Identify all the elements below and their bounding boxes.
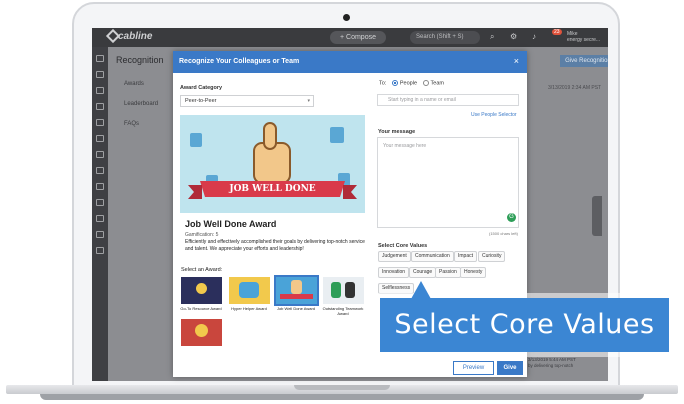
ribbon-icon xyxy=(280,294,313,299)
nav-faqs[interactable]: FAQs xyxy=(124,121,139,127)
callout-pointer xyxy=(411,281,431,299)
grid-icon[interactable] xyxy=(96,199,104,206)
webcam xyxy=(343,14,350,21)
notification-badge: 23 xyxy=(552,29,562,35)
left-rail xyxy=(92,47,108,381)
laptop-base-notch xyxy=(294,385,390,390)
team-radio[interactable] xyxy=(422,80,429,86)
modal-title: Recognize Your Colleagues or Team xyxy=(179,58,300,65)
award-thumb-outstanding-teamwork[interactable] xyxy=(323,277,364,304)
select-award-label: Select an Award: xyxy=(181,267,223,273)
award-thumb-hyper-helper[interactable] xyxy=(229,277,270,304)
gamification-points: Gamification: 5 xyxy=(185,232,219,238)
helper-icon xyxy=(239,282,259,298)
stage: cabline + Compose Search (Shift + S) ⌕ ⚙… xyxy=(0,0,684,404)
search-icon[interactable]: ⌕ xyxy=(490,32,494,42)
award-category-label: Award Category xyxy=(180,85,223,91)
callout-text: Select Core Values xyxy=(394,309,655,340)
recipient-type-row: To: People Team xyxy=(379,80,444,86)
award-label-job-well-done: Job Well Done Award xyxy=(276,306,316,311)
feedback-side-tab[interactable] xyxy=(592,196,602,236)
team-option-label: Team xyxy=(430,80,444,87)
award-category-select[interactable]: Peer-to-Peer ▾ xyxy=(180,95,314,107)
to-label: To: xyxy=(379,80,387,87)
settings-icon[interactable]: ⚙ xyxy=(510,32,517,41)
core-value-courage[interactable]: Courage xyxy=(409,267,437,278)
globe-icon[interactable] xyxy=(96,119,104,126)
core-value-honesty[interactable]: Honesty xyxy=(460,267,487,278)
award-thumb-fifth[interactable] xyxy=(181,319,222,346)
nav-awards[interactable]: Awards xyxy=(124,81,144,87)
bg-snippet-text: by delivering top-notch xyxy=(528,363,574,368)
core-value-impact[interactable]: Impact xyxy=(454,251,478,262)
inbox-icon[interactable] xyxy=(96,135,104,142)
award-category-value: Peer-to-Peer xyxy=(185,98,217,104)
people-search-input[interactable]: Start typing in a name or email xyxy=(377,94,519,106)
use-people-selector-link[interactable]: Use People Selector xyxy=(471,112,517,118)
people-option-label: People xyxy=(399,80,418,87)
archive-icon[interactable] xyxy=(96,247,104,254)
document-icon[interactable] xyxy=(96,167,104,174)
your-message-label: Your message xyxy=(378,129,416,135)
bg-timestamp-top: 3/13/2019 2:34 AM PST xyxy=(548,85,602,91)
preview-button[interactable]: Preview xyxy=(453,361,494,375)
trophy-icon[interactable] xyxy=(96,231,104,238)
award-label-go-to-resource: Go-To Resource Award xyxy=(180,306,222,311)
nav-leaderboard[interactable]: Leaderboard xyxy=(124,101,158,107)
home-icon[interactable] xyxy=(96,55,104,62)
briefcase-icon[interactable] xyxy=(96,151,104,158)
mail-icon[interactable] xyxy=(96,103,104,110)
medal-icon xyxy=(196,283,207,294)
page-title: Recognition xyxy=(116,55,164,65)
award-thumb-go-to-resource[interactable] xyxy=(181,277,222,304)
award-label-outstanding-teamwork: Outstanding Teamwork Award xyxy=(322,306,364,316)
teammate-icon xyxy=(331,282,341,298)
app-logo[interactable]: cabline xyxy=(118,31,152,42)
core-value-curiosity[interactable]: Curiosity xyxy=(478,251,506,262)
user-subtitle: energy secre... xyxy=(567,37,601,43)
award-description: Efficiently and effectively accomplished… xyxy=(185,239,365,252)
award-image-caption: JOB WELL DONE xyxy=(229,184,316,194)
laptop-base xyxy=(0,385,684,404)
laptop-base-bottom xyxy=(40,394,644,400)
callout-box: Select Core Values xyxy=(380,298,669,352)
give-button[interactable]: Give xyxy=(497,361,523,375)
close-icon[interactable]: × xyxy=(514,56,519,66)
award-thumb-job-well-done[interactable] xyxy=(274,275,319,306)
compose-button[interactable]: + Compose xyxy=(330,31,386,44)
modal-header: Recognize Your Colleagues or Team × xyxy=(173,51,527,73)
badge-icon xyxy=(195,324,208,337)
bell-icon[interactable]: ♪ xyxy=(532,32,536,41)
give-recognition-button[interactable]: Give Recognition xyxy=(560,55,608,67)
user-menu[interactable]: Mike energy secre... xyxy=(567,31,600,43)
bg-feed-snippet: 3/13/2019 5:44 AM PST by delivering top-… xyxy=(528,357,576,369)
video-icon[interactable] xyxy=(96,215,104,222)
calendar-icon[interactable] xyxy=(96,183,104,190)
thumbs-up-icon xyxy=(291,280,302,294)
people-radio[interactable] xyxy=(391,80,398,86)
top-bar: cabline + Compose Search (Shift + S) ⌕ ⚙… xyxy=(92,28,608,47)
global-search-input[interactable]: Search (Shift + S) xyxy=(410,31,480,44)
award-title: Job Well Done Award xyxy=(185,219,277,229)
award-label-hyper-helper: Hyper Helper Award xyxy=(231,306,267,311)
message-textarea[interactable]: Your message here xyxy=(377,137,519,228)
clock-icon[interactable] xyxy=(96,71,104,78)
thumbs-up-illustration xyxy=(180,115,365,213)
core-value-innovation[interactable]: Innovation xyxy=(378,267,410,278)
core-value-communication[interactable]: Communication xyxy=(411,251,454,262)
core-value-judgement[interactable]: Judgement xyxy=(378,251,411,262)
core-value-passion[interactable]: Passion xyxy=(435,267,461,278)
chars-left-counter: (1500 chars left) xyxy=(489,231,518,236)
core-values-label: Select Core Values xyxy=(378,243,428,249)
people-icon[interactable] xyxy=(96,87,104,94)
chevron-down-icon: ▾ xyxy=(307,98,310,104)
grammar-check-icon[interactable]: G xyxy=(507,213,516,222)
award-hero-image: JOB WELL DONE xyxy=(180,115,365,213)
teammate-icon xyxy=(345,282,355,298)
